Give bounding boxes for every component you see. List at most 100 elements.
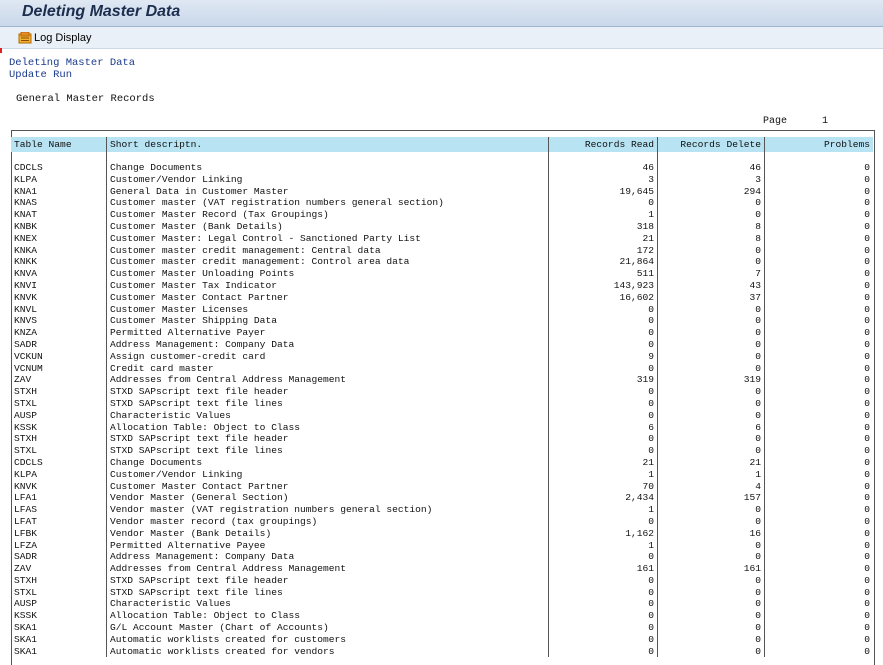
cell-table-name: KNKA — [11, 244, 107, 257]
cell-problems: 0 — [864, 173, 870, 185]
cell-records-read: 9 — [548, 350, 658, 363]
cell-records-delete: 46 — [657, 162, 765, 174]
cell-problems: 0 — [864, 633, 870, 645]
table-row[interactable]: KNKK Customer master credit management: C… — [11, 256, 873, 269]
cell-problems: 0 — [864, 492, 870, 504]
table-row[interactable]: KNEX Customer Master: Legal Control - San… — [11, 232, 873, 245]
cell-description: G/L Account Master (Chart of Accounts) — [106, 622, 549, 634]
cell-problems: 0 — [864, 220, 870, 232]
cell-table-name: STXH — [11, 386, 107, 398]
cell-table-name: AUSP — [11, 598, 107, 611]
table-row[interactable]: KNKA Customer master credit management: C… — [11, 244, 873, 257]
table-row[interactable]: KNAS Customer master (VAT registration nu… — [11, 197, 873, 210]
table-row[interactable]: KSSK Allocation Table: Object to Class 0 0 0 — [11, 610, 873, 623]
cell-description: STXD SAPscript text file lines — [106, 445, 549, 457]
table-row[interactable]: KNVK Customer Master Contact Partner 70 4 0 — [11, 480, 873, 493]
cell-records-read: 2,434 — [548, 492, 658, 505]
cell-description: STXD SAPscript text file header — [106, 574, 549, 587]
cell-records-delete: 8 — [657, 232, 765, 245]
cell-description: STXD SAPscript text file lines — [106, 397, 549, 410]
cell-table-name: STXH — [11, 574, 107, 587]
table-row[interactable]: SADR Address Management: Company Data 0 0 0 — [11, 338, 873, 351]
page-label: Page — [763, 116, 788, 127]
table-row[interactable]: SKA1 Automatic worklists created for vend… — [11, 645, 873, 658]
table-row[interactable]: KNZA Permitted Alternative Payer 0 0 0 — [11, 327, 873, 339]
column-header-table-name: Table Name — [11, 137, 107, 152]
cell-description: STXD SAPscript text file header — [106, 433, 549, 446]
table-row[interactable]: SKA1 G/L Account Master (Chart of Account… — [11, 622, 873, 634]
table-row[interactable]: KNAT Customer Master Record (Tax Grouping… — [11, 209, 873, 221]
cell-records-delete: 1 — [657, 468, 765, 481]
table-row[interactable]: STXH STXD SAPscript text file header 0 0 0 — [11, 574, 873, 587]
table-row[interactable]: AUSP Characteristic Values 0 0 0 — [11, 598, 873, 611]
table-row[interactable]: ZAV Addresses from Central Address Manage… — [11, 374, 873, 387]
table-row[interactable]: STXH STXD SAPscript text file header 0 0 0 — [11, 433, 873, 446]
cell-problems: 0 — [864, 303, 870, 315]
cell-records-delete: 0 — [657, 209, 765, 221]
table-row[interactable]: LFAT Vendor master record (tax groupings)… — [11, 515, 873, 528]
cell-problems: 0 — [864, 197, 870, 209]
red-marker — [0, 48, 2, 53]
table-row[interactable]: STXL STXD SAPscript text file lines 0 0 0 — [11, 586, 873, 599]
table-row[interactable]: LFAS Vendor master (VAT registration numb… — [11, 504, 873, 516]
cell-problems: 0 — [864, 232, 870, 244]
cell-records-read: 0 — [548, 362, 658, 375]
cell-table-name: KSSK — [11, 610, 107, 623]
table-row[interactable]: VCKUN Assign customer-credit card 9 0 0 — [11, 350, 873, 363]
cell-description: Customer/Vendor Linking — [106, 173, 549, 186]
table-row[interactable]: STXH STXD SAPscript text file header 0 0 0 — [11, 386, 873, 398]
cell-description: Vendor Master (Bank Details) — [106, 527, 549, 540]
table-row[interactable]: LFZA Permitted Alternative Payee 1 0 0 — [11, 539, 873, 552]
table-row[interactable]: CDCLS Change Documents 21 21 0 — [11, 456, 873, 469]
cell-records-read: 0 — [548, 327, 658, 339]
table-row[interactable]: SKA1 Automatic worklists created for cust… — [11, 633, 873, 646]
table-row[interactable]: KNVI Customer Master Tax Indicator 143,923… — [11, 279, 873, 292]
table-row[interactable]: SADR Address Management: Company Data 0 0 0 — [11, 551, 873, 564]
header-line-2: Update Run — [9, 69, 73, 81]
cell-problems: 0 — [864, 445, 870, 457]
table-row[interactable]: KNBK Customer Master (Bank Details) 318 8 0 — [11, 220, 873, 233]
cell-records-delete: 157 — [657, 492, 765, 505]
cell-table-name: KNAS — [11, 197, 107, 210]
log-display-button[interactable]: Log Display — [18, 30, 91, 46]
cell-records-delete: 6 — [657, 421, 765, 434]
cell-problems: 0 — [864, 539, 870, 551]
cell-records-read: 21 — [548, 456, 658, 469]
cell-problems: 0 — [864, 421, 870, 433]
table-row[interactable]: ZAV Addresses from Central Address Manage… — [11, 563, 873, 575]
cell-records-read: 1 — [548, 504, 658, 516]
cell-problems: 0 — [864, 551, 870, 563]
table-row[interactable]: VCNUM Credit card master 0 0 0 — [11, 362, 873, 375]
cell-records-delete: 0 — [657, 256, 765, 269]
cell-records-delete: 0 — [657, 409, 765, 422]
table-row[interactable]: KNA1 General Data in Customer Master 19,64… — [11, 185, 873, 198]
cell-records-read: 21 — [548, 232, 658, 245]
table-row[interactable]: KNVK Customer Master Contact Partner 16,60… — [11, 291, 873, 304]
cell-records-delete: 0 — [657, 315, 765, 328]
table-row[interactable]: KNVS Customer Master Shipping Data 0 0 0 — [11, 315, 873, 328]
cell-problems: 0 — [864, 563, 870, 575]
cell-records-delete: 319 — [657, 374, 765, 387]
table-row[interactable]: KNVL Customer Master Licenses 0 0 0 — [11, 303, 873, 316]
table-row[interactable]: LFA1 Vendor Master (General Section) 2,434… — [11, 492, 873, 505]
table-row[interactable]: KLPA Customer/Vendor Linking 3 3 0 — [11, 173, 873, 186]
table-header-row: Table Name Short descriptn. Records Read… — [11, 137, 873, 152]
table-row[interactable]: KSSK Allocation Table: Object to Class 6 6 0 — [11, 421, 873, 434]
table-row[interactable]: STXL STXD SAPscript text file lines 0 0 0 — [11, 445, 873, 457]
table-row[interactable]: CDCLS Change Documents 46 46 0 — [11, 162, 873, 174]
table-row[interactable]: KLPA Customer/Vendor Linking 1 1 0 — [11, 468, 873, 481]
cell-table-name: VCNUM — [11, 362, 107, 375]
table-row[interactable]: AUSP Characteristic Values 0 0 0 — [11, 409, 873, 422]
cell-records-read: 16,602 — [548, 291, 658, 304]
cell-problems: 0 — [864, 645, 870, 657]
table-row[interactable]: KNVA Customer Master Unloading Points 511 7… — [11, 268, 873, 280]
cell-problems: 0 — [864, 209, 870, 221]
table-row[interactable]: STXL STXD SAPscript text file lines 0 0 0 — [11, 397, 873, 410]
cell-records-delete: 16 — [657, 527, 765, 540]
cell-problems: 0 — [864, 291, 870, 303]
table-row[interactable]: LFBK Vendor Master (Bank Details) 1,162 16 0 — [11, 527, 873, 540]
cell-records-read: 318 — [548, 220, 658, 233]
cell-problems: 0 — [864, 515, 870, 527]
cell-records-delete: 0 — [657, 586, 765, 599]
cell-problems: 0 — [864, 350, 870, 362]
